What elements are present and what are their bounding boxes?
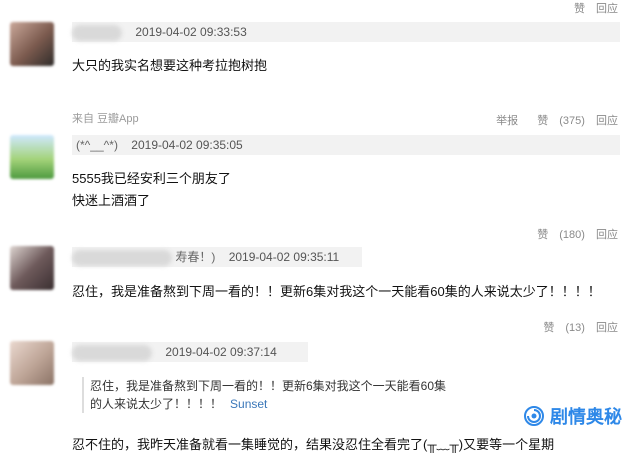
comment-line: 忍住，我是准备熬到下周一看的！！更新6集对我这个一天能看60集的人来说太少了！！…: [72, 284, 601, 299]
comment-text-0: 大只的我实名想要这种考拉抱树抱: [72, 55, 267, 77]
avatar-0[interactable]: [10, 22, 54, 66]
reply-button-2[interactable]: 回应: [596, 229, 618, 241]
comment-actions-1: 举报 赞 (375) 回应: [488, 112, 618, 128]
comment-actions-0: 赞 回应: [566, 0, 618, 16]
comment-text-2: 忍住，我是准备熬到下周一看的！！更新6集对我这个一天能看60集的人来说太少了！！…: [72, 281, 622, 303]
comment-header-2: 寿春！) 2019-04-02 09:35:11: [72, 247, 362, 267]
watermark-logo: 剧情奥秘: [520, 401, 626, 431]
comment-text-1: 5555我已经安利三个朋友了 快迷上酒酒了: [72, 168, 231, 212]
avatar-1[interactable]: [10, 135, 54, 179]
username-3[interactable]: [72, 344, 152, 361]
comment-time-0: 2019-04-02 09:33:53: [135, 25, 247, 39]
comment-header-3: 2019-04-02 09:37:14: [72, 342, 308, 362]
useful-button-3[interactable]: 赞 (13): [535, 322, 585, 334]
comment-time-1: 2019-04-02 09:35:05: [131, 138, 243, 152]
username-1[interactable]: (*^__^*): [76, 138, 118, 152]
comment-source-0: 来自 豆瓣App: [72, 113, 139, 125]
comment-header-0: 2019-04-02 09:33:53: [72, 22, 620, 42]
quoted-comment: 忍住，我是准备熬到下周一看的！！更新6集对我这个一天能看60集 的人来说太少了！…: [82, 377, 446, 413]
useful-button-1[interactable]: 赞 (375): [529, 115, 585, 127]
reply-button-0[interactable]: 回应: [596, 3, 618, 15]
username-blur-2: [72, 249, 172, 266]
comment-line: 5555我已经安利三个朋友了: [72, 171, 231, 186]
watermark-text: 剧情奥秘: [550, 407, 622, 427]
avatar-2[interactable]: [10, 246, 54, 290]
useful-button-0[interactable]: 赞: [574, 3, 585, 15]
quote-line: 忍住，我是准备熬到下周一看的！！更新6集对我这个一天能看60集: [90, 379, 447, 393]
quote-line: 的人来说太少了！！！！ Sunset: [90, 397, 268, 411]
comment-line: 大只的我实名想要这种考拉抱树抱: [72, 58, 268, 73]
watermark-swirl-icon: [524, 406, 544, 426]
username-0[interactable]: [72, 24, 122, 41]
comment-time-2: 2019-04-02 09:35:11: [228, 250, 340, 264]
reply-button-1[interactable]: 回应: [596, 115, 618, 127]
comment-actions-3: 赞 (13) 回应: [527, 319, 618, 335]
comment-actions-2: 赞 (180) 回应: [521, 226, 618, 242]
comment-line: 快迷上酒酒了: [72, 193, 151, 208]
reply-button-3[interactable]: 回应: [596, 322, 618, 334]
comment-time-3: 2019-04-02 09:37:14: [165, 345, 277, 359]
comment-header-1: (*^__^*) 2019-04-02 09:35:05: [72, 135, 620, 155]
quote-author[interactable]: Sunset: [230, 397, 267, 411]
report-button-1[interactable]: 举报: [496, 115, 518, 127]
useful-button-2[interactable]: 赞 (180): [529, 229, 585, 241]
username-2[interactable]: 寿春！): [175, 250, 215, 264]
avatar-3[interactable]: [10, 341, 54, 385]
